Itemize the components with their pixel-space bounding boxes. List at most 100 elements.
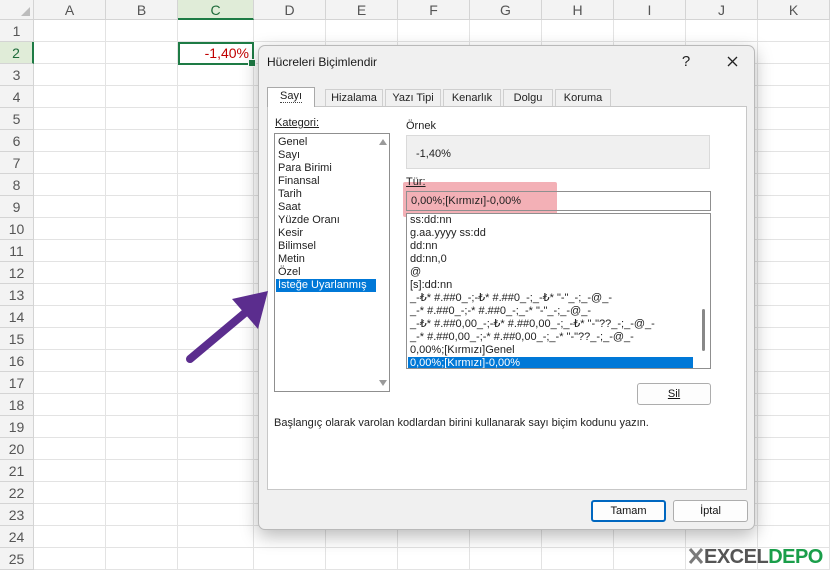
tab-sayi[interactable]: Sayı xyxy=(267,87,315,107)
row-header-13[interactable]: 13 xyxy=(0,284,34,306)
format-code-item[interactable]: dd:nn xyxy=(410,240,438,253)
row-header-22[interactable]: 22 xyxy=(0,482,34,504)
column-header-j[interactable]: J xyxy=(686,0,758,20)
row-header-3[interactable]: 3 xyxy=(0,64,34,86)
row-header-4[interactable]: 4 xyxy=(0,86,34,108)
scroll-down-icon[interactable] xyxy=(379,380,387,386)
format-code-item[interactable]: _-* #.##0,00_-;-* #.##0,00_-;_-* "-"??_-… xyxy=(410,331,634,344)
category-item[interactable]: Tarih xyxy=(278,188,302,201)
row-header-23[interactable]: 23 xyxy=(0,504,34,526)
scroll-thumb[interactable] xyxy=(702,309,705,351)
row-header-19[interactable]: 19 xyxy=(0,416,34,438)
column-header-h[interactable]: H xyxy=(542,0,614,20)
row-header-15[interactable]: 15 xyxy=(0,328,34,350)
format-code-item[interactable]: [s]:dd:nn xyxy=(410,279,452,292)
tab-strip: Sayı Hizalama Yazı Tipi Kenarlık Dolgu K… xyxy=(267,87,613,107)
type-input[interactable] xyxy=(406,191,711,211)
row-header-20[interactable]: 20 xyxy=(0,438,34,460)
sample-box: -1,40% xyxy=(406,135,710,169)
fill-handle[interactable] xyxy=(248,59,256,67)
row-header-14[interactable]: 14 xyxy=(0,306,34,328)
row-header-9[interactable]: 9 xyxy=(0,196,34,218)
purple-arrow-icon xyxy=(186,291,268,363)
tab-kenarlik[interactable]: Kenarlık xyxy=(443,89,501,106)
row-header-5[interactable]: 5 xyxy=(0,108,34,130)
format-code-item[interactable]: @ xyxy=(410,266,421,279)
category-item[interactable]: Bilimsel xyxy=(278,240,316,253)
category-item[interactable]: Metin xyxy=(278,253,305,266)
sample-value: -1,40% xyxy=(416,148,451,160)
active-cell-c2[interactable]: -1,40% xyxy=(178,42,256,67)
format-code-item[interactable]: 0,00%;[Kırmızı]-0,00% xyxy=(408,357,693,368)
cell-value: -1,40% xyxy=(204,45,249,61)
help-text: Başlangıç olarak varolan kodlardan birin… xyxy=(274,417,649,429)
category-item[interactable]: Özel xyxy=(278,266,301,279)
row-header-11[interactable]: 11 xyxy=(0,240,34,262)
excel-depo-logo: EXCELDEPO xyxy=(688,546,828,568)
tab-label: Sayı xyxy=(279,90,302,103)
column-header-a[interactable]: A xyxy=(34,0,106,20)
select-all-corner[interactable] xyxy=(0,0,34,20)
category-item[interactable]: Saat xyxy=(278,201,301,214)
row-header-25[interactable]: 25 xyxy=(0,548,34,570)
category-label-text: Kategori: xyxy=(275,117,320,129)
help-button[interactable]: ? xyxy=(671,50,701,74)
row-header-16[interactable]: 16 xyxy=(0,350,34,372)
format-code-item[interactable]: _-* #.##0_-;-* #.##0_-;_-* "-"_-;_-@_- xyxy=(410,305,591,318)
grid-vline xyxy=(105,20,106,570)
row-header-7[interactable]: 7 xyxy=(0,152,34,174)
row-header-2[interactable]: 2 xyxy=(0,42,34,64)
tab-dolgu[interactable]: Dolgu xyxy=(503,89,553,106)
column-header-g[interactable]: G xyxy=(470,0,542,20)
format-code-item[interactable]: dd:nn,0 xyxy=(410,253,447,266)
row-header-21[interactable]: 21 xyxy=(0,460,34,482)
format-code-list[interactable]: ss:dd:nn g.aa.yyyy ss:dd dd:nn dd:nn,0 @ [s]:… xyxy=(406,213,711,369)
row-header-6[interactable]: 6 xyxy=(0,130,34,152)
cancel-button[interactable]: İptal xyxy=(673,500,748,522)
category-item[interactable]: Para Birimi xyxy=(278,162,332,175)
format-code-item[interactable]: _-₺* #.##0_-;-₺* #.##0_-;_-₺* "-"_-;_-@_… xyxy=(410,292,612,305)
format-scrollbar[interactable] xyxy=(697,214,710,368)
format-code-item[interactable]: _-₺* #.##0,00_-;-₺* #.##0,00_-;_-₺* "-"?… xyxy=(410,318,655,331)
type-label-text: Tür: xyxy=(406,176,426,188)
grid-vline xyxy=(177,20,178,570)
row-header-8[interactable]: 8 xyxy=(0,174,34,196)
tab-yazi-tipi[interactable]: Yazı Tipi xyxy=(385,89,441,106)
row-header-18[interactable]: 18 xyxy=(0,394,34,416)
format-code-item[interactable]: g.aa.yyyy ss:dd xyxy=(410,227,486,240)
category-item[interactable]: Yüzde Oranı xyxy=(278,214,340,227)
number-tab-panel: Kategori: Genel Sayı Para Birimi Finansal Ta… xyxy=(267,106,747,490)
grid-hline xyxy=(34,41,830,42)
column-header-b[interactable]: B xyxy=(106,0,178,20)
format-cells-dialog: Hücreleri Biçimlendir ? Sayı Hizalama Ya… xyxy=(258,45,755,530)
delete-label: Sil xyxy=(667,388,681,400)
tab-koruma[interactable]: Koruma xyxy=(555,89,611,106)
row-header-10[interactable]: 10 xyxy=(0,218,34,240)
format-code-item[interactable]: 0,00%;[Kırmızı]Genel xyxy=(410,344,515,357)
row-header-17[interactable]: 17 xyxy=(0,372,34,394)
category-item[interactable]: Kesir xyxy=(278,227,303,240)
close-button[interactable] xyxy=(717,50,747,74)
column-header-k[interactable]: K xyxy=(758,0,830,20)
row-header-12[interactable]: 12 xyxy=(0,262,34,284)
row-header-1[interactable]: 1 xyxy=(0,20,34,42)
row-header-24[interactable]: 24 xyxy=(0,526,34,548)
category-item[interactable]: Genel xyxy=(278,136,307,149)
type-label: Tür: xyxy=(406,176,426,188)
column-header-c[interactable]: C xyxy=(178,0,254,20)
category-scrollbar[interactable] xyxy=(376,134,389,391)
category-item[interactable]: Sayı xyxy=(278,149,300,162)
category-list[interactable]: Genel Sayı Para Birimi Finansal Tarih Saat Yüz… xyxy=(274,133,390,392)
scroll-up-icon[interactable] xyxy=(379,139,387,145)
tab-hizalama[interactable]: Hizalama xyxy=(325,89,383,106)
category-item[interactable]: Finansal xyxy=(278,175,320,188)
category-item[interactable]: İsteğe Uyarlanmış xyxy=(276,279,377,292)
column-header-f[interactable]: F xyxy=(398,0,470,20)
delete-button[interactable]: Sil xyxy=(637,383,711,405)
category-label: Kategori: xyxy=(275,117,319,129)
format-code-item[interactable]: ss:dd:nn xyxy=(410,214,452,227)
column-header-e[interactable]: E xyxy=(326,0,398,20)
ok-button[interactable]: Tamam xyxy=(591,500,666,522)
column-header-d[interactable]: D xyxy=(254,0,326,20)
column-header-i[interactable]: I xyxy=(614,0,686,20)
